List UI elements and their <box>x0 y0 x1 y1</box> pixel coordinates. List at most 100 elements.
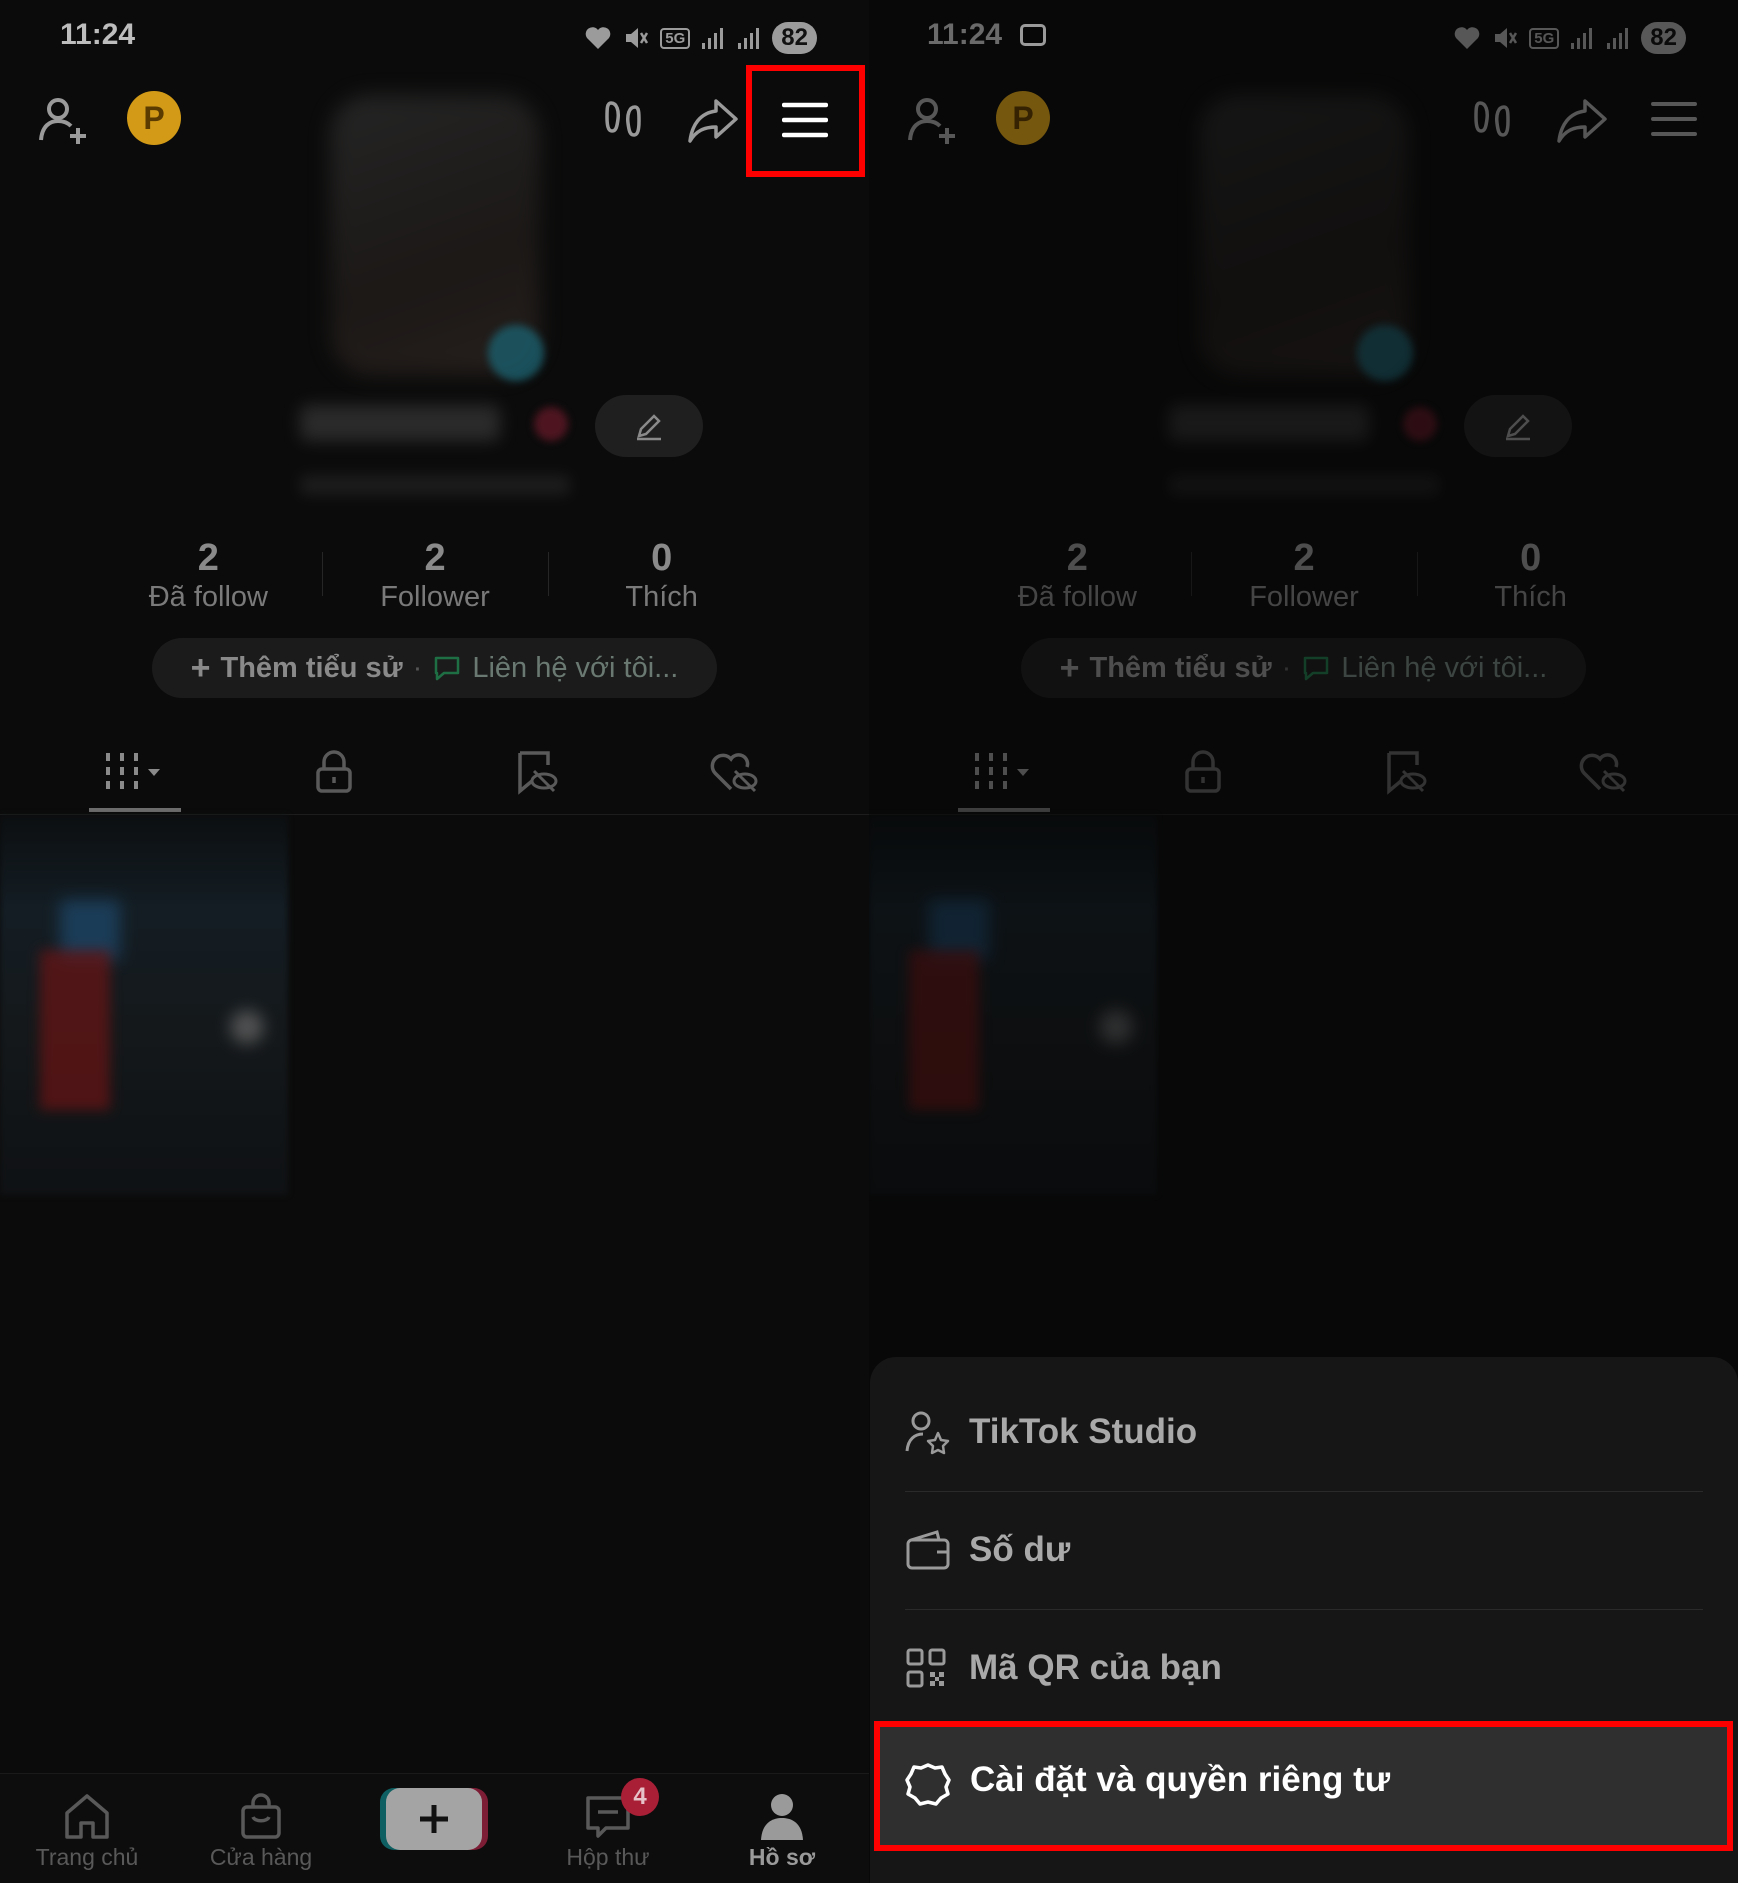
stat-followers[interactable]: 2 Follower <box>321 536 549 626</box>
add-friend-button[interactable] <box>36 92 92 148</box>
add-friend-button[interactable] <box>905 92 961 148</box>
contact-button[interactable]: Liên hệ với tôi... <box>472 652 678 685</box>
bio-actions: + Thêm tiểu sử · Liên hệ với tôi... <box>1021 638 1586 698</box>
status-icons: 5G 82 <box>1453 20 1686 56</box>
menu-item-qr-code[interactable]: Mã QR của bạn <box>905 1609 1703 1727</box>
nav-label: Hồ sơ <box>748 1844 816 1870</box>
home-icon <box>65 1794 109 1839</box>
heart-hidden-icon <box>710 753 758 793</box>
name-badge <box>534 407 568 441</box>
menu-item-label: TikTok Studio <box>969 1412 1198 1451</box>
nav-home[interactable]: Trang chủ <box>12 1774 162 1883</box>
bookmark-hidden-icon <box>1387 751 1427 795</box>
stat-likes[interactable]: 0 Thích <box>548 536 775 626</box>
stat-value: 0 <box>651 537 673 579</box>
thumbnail-detail <box>230 1010 264 1044</box>
lock-icon <box>316 750 352 793</box>
stat-value: 2 <box>1066 537 1088 579</box>
heart-hidden-icon <box>1579 753 1627 793</box>
profile-tabs <box>869 730 1738 815</box>
mute-icon <box>1495 28 1518 48</box>
chat-bubble-icon <box>435 656 460 681</box>
nav-inbox[interactable]: 4 Hộp thư <box>533 1774 683 1883</box>
thumbnail-detail <box>1099 1010 1133 1044</box>
stat-value: 2 <box>424 537 446 579</box>
add-user-icon <box>908 98 955 144</box>
add-bio-button[interactable]: Thêm tiểu sử <box>1090 652 1272 685</box>
tab-videos[interactable] <box>75 730 195 814</box>
screen-record-icon <box>1020 24 1046 46</box>
plus-icon: + <box>190 648 211 687</box>
wallet-icon <box>906 1530 950 1570</box>
share-button[interactable] <box>1553 92 1611 148</box>
signal-icon <box>1607 28 1629 49</box>
mute-icon <box>626 28 649 48</box>
tab-saved[interactable] <box>476 730 596 814</box>
grid-dropdown-icon <box>975 753 1029 789</box>
menu-item-label: Số dư <box>969 1530 1071 1569</box>
profile-stats: 2 Đã follow 2 Follower 0 Thích <box>964 536 1644 626</box>
active-tab-indicator <box>89 808 181 812</box>
stat-value: 2 <box>197 537 219 579</box>
stat-label: Follower <box>380 581 490 613</box>
profile-name <box>1169 405 1369 441</box>
heart-icon <box>585 27 611 49</box>
nav-shop[interactable]: Cửa hàng <box>186 1774 336 1883</box>
nav-profile[interactable]: Hồ sơ <box>707 1774 857 1883</box>
stat-followers[interactable]: 2 Follower <box>1190 536 1418 626</box>
add-avatar-badge <box>488 325 544 381</box>
create-button[interactable] <box>386 1788 482 1850</box>
profile-stats: 2 Đã follow 2 Follower 0 Thích <box>95 536 775 626</box>
stat-value: 0 <box>1520 537 1542 579</box>
status-icons: 5G 82 <box>584 20 817 56</box>
tab-private[interactable] <box>274 730 394 814</box>
stat-following[interactable]: 2 Đã follow <box>964 536 1191 626</box>
thumbnail-detail <box>909 950 979 1110</box>
bio-separator: · <box>1281 651 1292 684</box>
coin-p-icon[interactable]: P <box>127 91 181 145</box>
menu-item-label: Mã QR của bạn <box>969 1648 1222 1687</box>
profile-handle <box>300 475 570 495</box>
profile-handle <box>1169 475 1439 495</box>
nav-label: Trang chủ <box>35 1844 139 1870</box>
thumbnail-detail <box>40 950 110 1110</box>
stat-value: 2 <box>1293 537 1315 579</box>
tab-videos[interactable] <box>944 730 1064 814</box>
tab-saved[interactable] <box>1345 730 1465 814</box>
bookmark-hidden-icon <box>518 751 558 795</box>
plus-icon: + <box>1059 648 1080 687</box>
stat-following[interactable]: 2 Đã follow <box>95 536 322 626</box>
signal-icon <box>1571 28 1593 49</box>
chat-bubble-icon <box>1304 656 1329 681</box>
tab-private[interactable] <box>1143 730 1263 814</box>
footprints-button[interactable] <box>1467 94 1521 148</box>
lock-icon <box>1185 750 1221 793</box>
share-icon <box>1557 99 1607 143</box>
stat-label: Follower <box>1249 581 1359 613</box>
contact-button[interactable]: Liên hệ với tôi... <box>1341 652 1547 685</box>
status-time: 11:24 <box>927 18 1003 51</box>
profile-tabs <box>0 730 869 815</box>
tab-liked[interactable] <box>674 730 794 814</box>
highlight-box <box>874 1721 1733 1851</box>
pencil-icon <box>637 414 661 441</box>
add-bio-button[interactable]: Thêm tiểu sử <box>221 652 403 685</box>
coin-p-icon[interactable]: P <box>996 91 1050 145</box>
stat-label: Đã follow <box>148 581 268 613</box>
share-button[interactable] <box>684 92 742 148</box>
hamburger-menu-icon <box>1651 102 1697 136</box>
menu-button[interactable] <box>1649 96 1699 142</box>
tab-liked[interactable] <box>1543 730 1663 814</box>
stat-label: Thích <box>1494 581 1567 613</box>
footprints-icon <box>605 101 641 137</box>
inbox-badge: 4 <box>621 1778 659 1816</box>
active-tab-indicator <box>958 808 1050 812</box>
battery-level: 82 <box>772 22 817 54</box>
stat-likes[interactable]: 0 Thích <box>1417 536 1644 626</box>
menu-item-tiktok-studio[interactable]: TikTok Studio <box>905 1373 1703 1492</box>
menu-item-balance[interactable]: Số dư <box>905 1491 1703 1610</box>
stat-label: Đã follow <box>1017 581 1137 613</box>
edit-profile-button[interactable] <box>595 395 703 457</box>
footprints-button[interactable] <box>598 94 652 148</box>
edit-profile-button[interactable] <box>1464 395 1572 457</box>
